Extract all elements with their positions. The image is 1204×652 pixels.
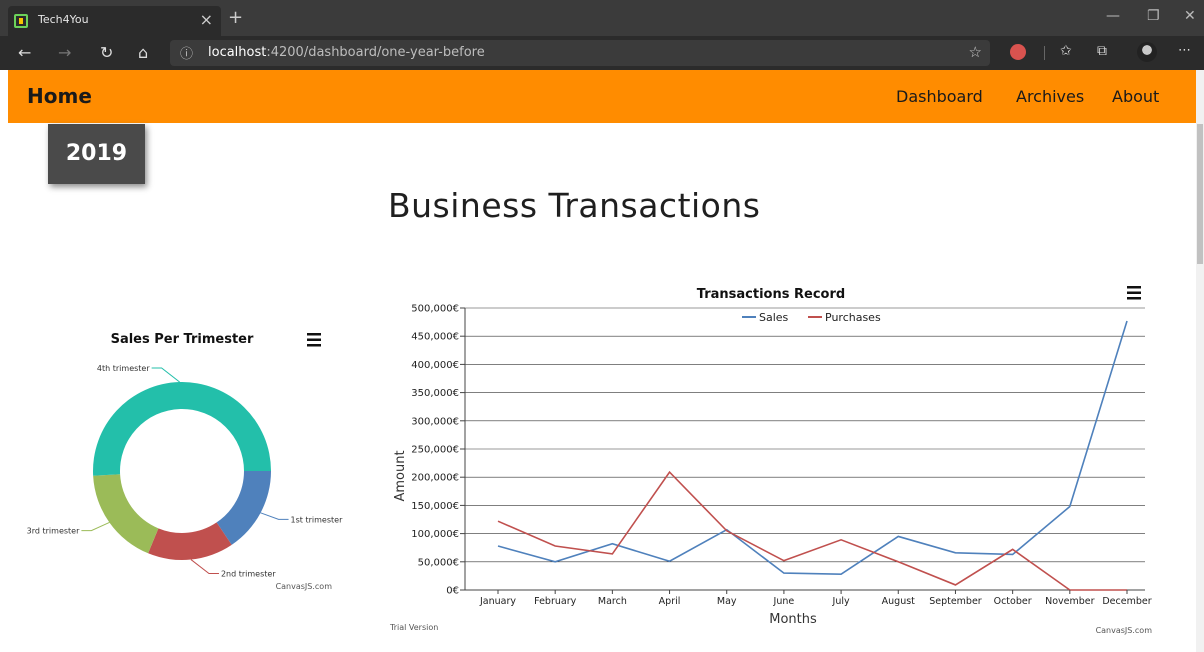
y-tick-label: 200,000€: [411, 473, 459, 484]
x-tick-label: November: [1045, 596, 1095, 607]
y-tick-label: 50,000€: [418, 557, 459, 568]
pie-slice[interactable]: [93, 474, 159, 554]
nav-link-archives[interactable]: Archives: [1016, 87, 1084, 106]
back-arrow-icon[interactable]: ←: [18, 43, 31, 62]
x-axis-label: Months: [769, 612, 817, 627]
x-tick-label: February: [534, 596, 576, 607]
toolbar-divider: [1044, 46, 1045, 60]
series-line-sales[interactable]: [497, 320, 1128, 576]
forward-arrow-icon[interactable]: →: [58, 43, 71, 62]
address-bar[interactable]: ⓘ localhost:4200/dashboard/one-year-befo…: [170, 40, 990, 66]
sales-per-trimester-chart: Sales Per Trimester 1st trimester 2nd tri…: [27, 332, 344, 591]
browser-tab[interactable]: Tech4You ×: [8, 6, 221, 36]
x-tick-label: May: [717, 596, 737, 607]
refresh-icon[interactable]: ↻: [100, 43, 113, 62]
profile-avatar[interactable]: [1137, 42, 1157, 62]
legend-label[interactable]: Purchases: [825, 311, 881, 324]
url-text[interactable]: localhost:4200/dashboard/one-year-before: [208, 45, 485, 60]
close-window-icon[interactable]: ✕: [1184, 8, 1196, 24]
legend-label[interactable]: Sales: [759, 311, 789, 324]
y-tick-label: 0€: [446, 586, 459, 597]
x-tick-label: October: [994, 596, 1032, 607]
pie-slice[interactable]: [216, 471, 271, 545]
y-axis-label: Amount: [393, 450, 408, 501]
y-tick-label: 300,000€: [411, 416, 459, 427]
more-icon[interactable]: ⋯: [1178, 43, 1191, 58]
x-tick-label: June: [773, 596, 795, 607]
x-tick-label: July: [832, 596, 850, 607]
pie-chart-title: Sales Per Trimester: [111, 332, 254, 347]
x-tick-label: April: [659, 596, 681, 607]
tab-title: Tech4You: [38, 13, 89, 26]
series-line-purchases[interactable]: [497, 470, 1127, 591]
browser-toolbar: ← → ↻ ⌂ ⓘ localhost:4200/dashboard/one-y…: [0, 36, 1204, 70]
transactions-record-chart: Transactions Record Sales Purchases 0€ 50,…: [389, 286, 1153, 635]
y-tick-label: 100,000€: [411, 529, 459, 540]
y-tick-label: 500,000€: [411, 304, 459, 315]
url-host: localhost: [208, 45, 267, 60]
page-title: Business Transactions: [388, 186, 761, 225]
y-tick-label: 350,000€: [411, 388, 459, 399]
pie-menu-icon[interactable]: [307, 333, 321, 347]
app-navbar: Home Dashboard Archives About: [8, 70, 1196, 123]
y-tick-label: 450,000€: [411, 332, 459, 343]
year-badge: 2019: [48, 124, 145, 184]
pie-leader-line: [190, 559, 219, 574]
pie-slice-label: 1st trimester: [291, 515, 344, 524]
y-tick-label: 250,000€: [411, 445, 459, 456]
pie-slice[interactable]: [93, 382, 272, 476]
y-tick-label: 150,000€: [411, 501, 459, 512]
x-tick-label: August: [882, 596, 916, 607]
y-tick-label: 400,000€: [411, 360, 459, 371]
star-icon[interactable]: ☆: [969, 43, 982, 61]
x-tick-label: January: [479, 596, 516, 607]
nav-link-about[interactable]: About: [1112, 87, 1159, 106]
home-icon[interactable]: ⌂: [138, 43, 148, 62]
extension-icon[interactable]: [1010, 44, 1026, 60]
line-credit: CanvasJS.com: [1096, 626, 1153, 635]
trial-version-label: Trial Version: [389, 623, 438, 632]
pie-credit: CanvasJS.com: [276, 582, 333, 591]
x-tick-label: March: [598, 596, 627, 607]
url-path: :4200/dashboard/one-year-before: [266, 45, 485, 60]
pie-slice[interactable]: [148, 522, 232, 560]
info-icon[interactable]: ⓘ: [180, 43, 193, 62]
line-chart-title: Transactions Record: [697, 287, 845, 302]
favorites-icon[interactable]: ✩: [1060, 43, 1072, 59]
new-tab-button[interactable]: +: [228, 7, 243, 28]
collections-icon[interactable]: ⧉: [1097, 43, 1107, 59]
line-menu-icon[interactable]: [1127, 286, 1141, 300]
nav-link-dashboard[interactable]: Dashboard: [896, 87, 983, 106]
pie-leader-line: [81, 522, 110, 532]
pie-slice-label: 2nd trimester: [221, 569, 276, 578]
pie-slice-label: 3rd trimester: [27, 527, 80, 536]
pie-leader-line: [260, 512, 289, 520]
restore-icon[interactable]: ❐: [1147, 8, 1160, 24]
pie-leader-line: [151, 367, 180, 383]
app-favicon-icon: [14, 14, 28, 28]
x-tick-label: December: [1102, 596, 1151, 607]
browser-titlebar: Tech4You × + — ❐ ✕: [0, 0, 1204, 36]
tab-close-icon[interactable]: ×: [200, 10, 213, 29]
scrollbar-thumb[interactable]: [1197, 124, 1203, 264]
pie-slice-label: 4th trimester: [97, 364, 150, 373]
minimize-icon[interactable]: —: [1106, 8, 1120, 24]
x-tick-label: September: [929, 596, 982, 607]
nav-home-link[interactable]: Home: [27, 84, 92, 108]
